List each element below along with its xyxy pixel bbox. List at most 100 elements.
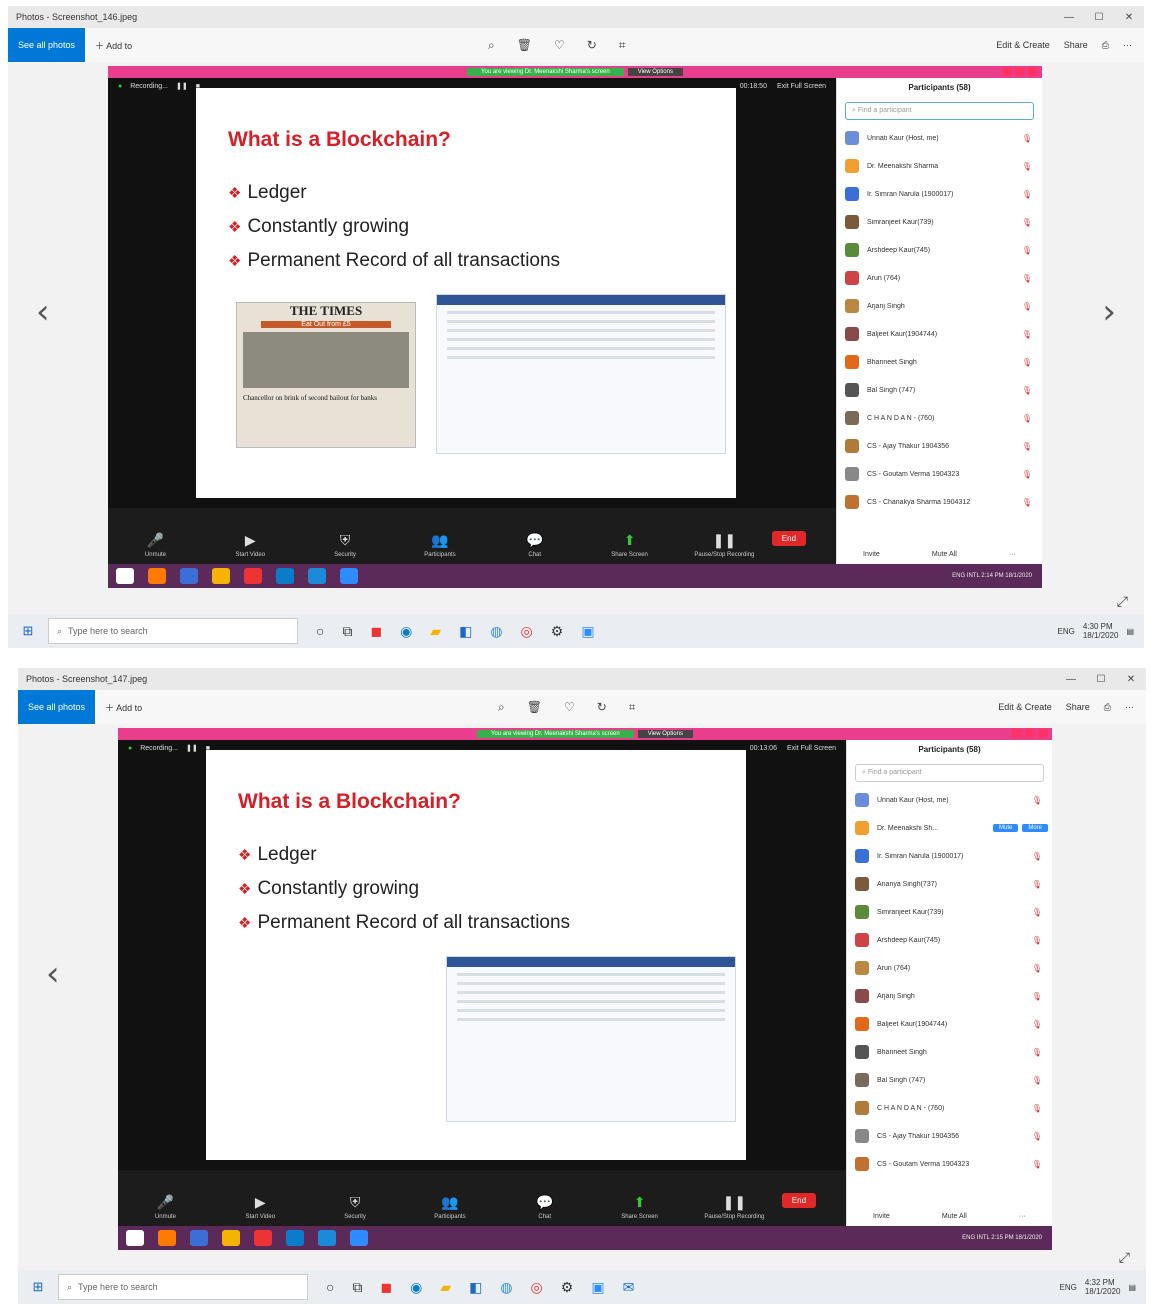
- app-icon[interactable]: [180, 568, 198, 584]
- notification-icon[interactable]: ▤: [1128, 1283, 1136, 1292]
- zoom-taskbar-icon[interactable]: ◍: [490, 623, 502, 640]
- opera-icon[interactable]: [254, 1230, 272, 1246]
- participant-row[interactable]: Dr. Meenakshi Sh... Mute More: [847, 814, 1052, 842]
- edge-icon[interactable]: ◉: [410, 1279, 422, 1296]
- participant-more-button[interactable]: More: [1022, 824, 1048, 832]
- expand-icon[interactable]: ⤢: [1117, 593, 1128, 610]
- participant-row[interactable]: Dr. Meenakshi Sharma 🎙: [837, 152, 1042, 180]
- participants-button[interactable]: 👥 Participants: [402, 1194, 497, 1220]
- rotate-icon[interactable]: ↻: [597, 700, 607, 715]
- zoom-app-icon[interactable]: [350, 1230, 368, 1246]
- find-participant-input[interactable]: ⌕ Find a participant: [845, 102, 1034, 120]
- store-icon[interactable]: ◧: [459, 623, 472, 640]
- participant-row[interactable]: C H A N D A N - (760) 🎙: [837, 404, 1042, 432]
- start-icon[interactable]: ⊞: [18, 1279, 58, 1295]
- edge-icon[interactable]: ◉: [400, 623, 412, 640]
- chat-button[interactable]: 💬 Chat: [497, 1194, 592, 1220]
- chat-button[interactable]: 💬 Chat: [487, 532, 582, 558]
- rotate-icon[interactable]: ↻: [587, 38, 597, 53]
- pause-recording-button[interactable]: ❚❚ Pause/Stop Recording: [687, 1194, 782, 1220]
- participant-mute-button[interactable]: Mute: [992, 824, 1019, 832]
- print-icon[interactable]: ⎙: [1104, 702, 1111, 713]
- share-button[interactable]: Share: [1064, 40, 1088, 50]
- unmute-button[interactable]: 🎤 Unmute: [118, 1194, 213, 1220]
- security-button[interactable]: ⛨ Security: [308, 1194, 403, 1220]
- close-button[interactable]: ✕: [1116, 674, 1146, 685]
- participant-row[interactable]: Arshdeep Kaur(745) 🎙: [847, 926, 1052, 954]
- zoom-icon[interactable]: ⌕: [488, 38, 495, 53]
- participant-row[interactable]: CS - Ajay Thakur 1904356 🎙: [847, 1122, 1052, 1150]
- participant-row[interactable]: Baljeet Kaur(1904744) 🎙: [837, 320, 1042, 348]
- zoom-max-icon[interactable]: [1025, 729, 1035, 738]
- participant-row[interactable]: Baljeet Kaur(1904744) 🎙: [847, 1010, 1052, 1038]
- participant-row[interactable]: Bal Singh (747) 🎙: [847, 1066, 1052, 1094]
- security-button[interactable]: ⛨ Security: [298, 532, 393, 558]
- delete-icon[interactable]: 🗑: [517, 38, 532, 53]
- file-explorer-icon[interactable]: ▰: [430, 623, 441, 640]
- close-button[interactable]: ✕: [1114, 12, 1144, 23]
- delete-icon[interactable]: 🗑: [527, 700, 542, 715]
- minimize-button[interactable]: —: [1056, 674, 1086, 685]
- participant-row[interactable]: Ir. Simran Narula (1900017) 🎙: [837, 180, 1042, 208]
- more-options-icon[interactable]: ···: [1009, 551, 1016, 558]
- edge-beta-icon[interactable]: [318, 1230, 336, 1246]
- participant-row[interactable]: Arun (764) 🎙: [837, 264, 1042, 292]
- exit-full-screen-button[interactable]: Exit Full Screen: [787, 745, 836, 752]
- language-indicator[interactable]: ENG: [1060, 1283, 1077, 1292]
- chrome-icon[interactable]: [222, 1230, 240, 1246]
- pause-icon[interactable]: ❚❚: [176, 82, 188, 90]
- participant-row[interactable]: Ir. Simran Narula (1900017) 🎙: [847, 842, 1052, 870]
- maximize-button[interactable]: ☐: [1084, 12, 1114, 23]
- favorite-icon[interactable]: ♡: [554, 38, 565, 53]
- zoom-icon[interactable]: ⌕: [498, 700, 505, 715]
- zoom-close-icon[interactable]: [1028, 67, 1038, 76]
- previous-arrow-icon[interactable]: ‹: [46, 954, 60, 994]
- participant-row[interactable]: Unnati Kaur (Host, me) 🎙: [847, 786, 1052, 814]
- next-arrow-icon[interactable]: ›: [1102, 292, 1116, 332]
- view-options-button[interactable]: View Options: [627, 68, 683, 76]
- minimize-button[interactable]: —: [1054, 12, 1084, 23]
- more-icon[interactable]: ···: [1125, 702, 1134, 712]
- end-meeting-button[interactable]: End: [781, 1193, 817, 1208]
- office-icon[interactable]: ◼: [370, 623, 382, 640]
- edit-create-button[interactable]: Edit & Create: [996, 40, 1050, 50]
- participant-row[interactable]: Arshdeep Kaur(745) 🎙: [837, 236, 1042, 264]
- firefox-icon[interactable]: [158, 1230, 176, 1246]
- edge-icon[interactable]: [286, 1230, 304, 1246]
- previous-arrow-icon[interactable]: ‹: [36, 292, 50, 332]
- end-meeting-button[interactable]: End: [771, 531, 807, 546]
- unmute-button[interactable]: 🎤 Unmute: [108, 532, 203, 558]
- participant-row[interactable]: Ananya Singh(737) 🎙: [847, 870, 1052, 898]
- participant-row[interactable]: CS - Chanakya Sharma 1904312 🎙: [837, 488, 1042, 516]
- participant-row[interactable]: CS - Goutam Verma 1904323 🎙: [847, 1150, 1052, 1178]
- participant-row[interactable]: CS - Goutam Verma 1904323 🎙: [837, 460, 1042, 488]
- edge-beta-icon[interactable]: [308, 568, 326, 584]
- store-icon[interactable]: ◧: [469, 1279, 482, 1296]
- start-video-button[interactable]: ▶ Start Video: [213, 1194, 308, 1220]
- invite-button[interactable]: Invite: [863, 551, 880, 558]
- expand-icon[interactable]: ⤢: [1119, 1249, 1130, 1266]
- mute-all-button[interactable]: Mute All: [932, 551, 957, 558]
- task-view-icon[interactable]: ⧉: [342, 623, 352, 640]
- language-indicator[interactable]: ENG: [1058, 627, 1075, 636]
- zoom-app-icon[interactable]: [340, 568, 358, 584]
- photos-taskbar-icon[interactable]: ▣: [591, 1279, 604, 1296]
- zoom-max-icon[interactable]: [1015, 67, 1025, 76]
- participant-row[interactable]: Arjanj Singh 🎙: [837, 292, 1042, 320]
- see-all-photos-button[interactable]: See all photos: [8, 28, 86, 62]
- file-explorer-icon[interactable]: ▰: [440, 1279, 451, 1296]
- taskbar-search-input[interactable]: ⌕ Type here to search: [48, 618, 298, 644]
- add-to-button[interactable]: ＋ Add to: [95, 39, 132, 52]
- photos-taskbar-icon[interactable]: ▣: [581, 623, 594, 640]
- settings-icon[interactable]: ⚙: [561, 1279, 574, 1296]
- outlook-taskbar-icon[interactable]: ✉: [623, 1279, 635, 1296]
- chrome-icon[interactable]: [212, 568, 230, 584]
- share-screen-button[interactable]: ⬆ Share Screen: [582, 532, 677, 558]
- clock[interactable]: 4:30 PM 18/1/2020: [1083, 622, 1119, 640]
- taskbar-search-input[interactable]: ⌕ Type here to search: [58, 1274, 308, 1300]
- participant-row[interactable]: Simranjeet Kaur(739) 🎙: [837, 208, 1042, 236]
- participant-row[interactable]: Arjanj Singh 🎙: [847, 982, 1052, 1010]
- participant-row[interactable]: C H A N D A N - (760) 🎙: [847, 1094, 1052, 1122]
- print-icon[interactable]: ⎙: [1102, 40, 1109, 51]
- clock[interactable]: 4:32 PM 18/1/2020: [1085, 1278, 1121, 1296]
